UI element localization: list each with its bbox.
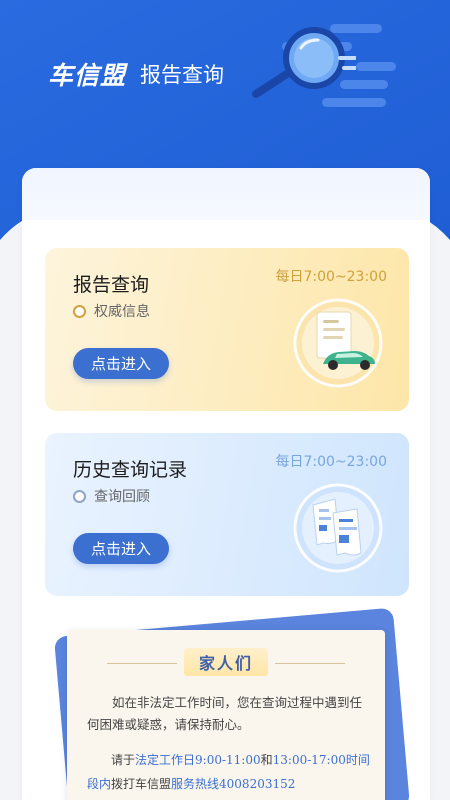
brand: 车信盟 报告查询: [48, 56, 224, 92]
card-tag: 查询回顾: [73, 486, 150, 506]
notice-title-badge: 家人们: [184, 648, 268, 676]
panel-top-strip: [22, 168, 430, 220]
circle-dot-icon: [73, 304, 86, 318]
card-tag: 权威信息: [73, 301, 150, 321]
circle-dot-icon: [73, 489, 86, 503]
notice-paragraph: 如在非法定工作时间，您在查询过程中遇到任何困难或疑惑，请保持耐心。: [87, 695, 363, 732]
divider: [107, 663, 177, 664]
enter-report-query-button[interactable]: 点击进入: [73, 348, 169, 379]
card-hours: 每日7:00~23:00: [275, 269, 387, 285]
notice-text: 和: [260, 753, 273, 767]
notice-hotline-paragraph: 请于法定工作日9:00-11:00和13:00-17:00时间段内拨打车信盟服务…: [87, 748, 375, 796]
magnifier-icon: [252, 27, 356, 98]
card-hours: 每日7:00~23:00: [275, 454, 387, 470]
card-tag-label: 权威信息: [94, 304, 150, 320]
report-car-icon: [293, 298, 383, 388]
history-docs-icon: [293, 483, 383, 573]
notice-text: 请于: [111, 753, 136, 767]
history-query-card[interactable]: 历史查询记录 每日7:00~23:00 查询回顾 点击进入: [45, 433, 409, 596]
card-tag-label: 查询回顾: [94, 489, 150, 505]
hotline-number[interactable]: 服务热线4008203152: [171, 777, 295, 791]
card-title: 报告查询: [73, 274, 150, 296]
card-title: 历史查询记录: [73, 459, 188, 481]
notice-highlight: 法定工作日9:00-11:00: [135, 753, 261, 767]
page-title: 报告查询: [140, 63, 225, 87]
divider: [275, 663, 345, 664]
notice-card: 家人们 如在非法定工作时间，您在查询过程中遇到任何困难或疑惑，请保持耐心。 请于…: [67, 630, 385, 800]
enter-history-button[interactable]: 点击进入: [73, 533, 169, 564]
notice-title: 家人们: [198, 654, 253, 673]
notice-text: 拨打车信盟: [111, 777, 172, 791]
report-query-card[interactable]: 报告查询 每日7:00~23:00 权威信息 点击进入: [45, 248, 409, 411]
brand-logo: 车信盟: [48, 61, 127, 90]
